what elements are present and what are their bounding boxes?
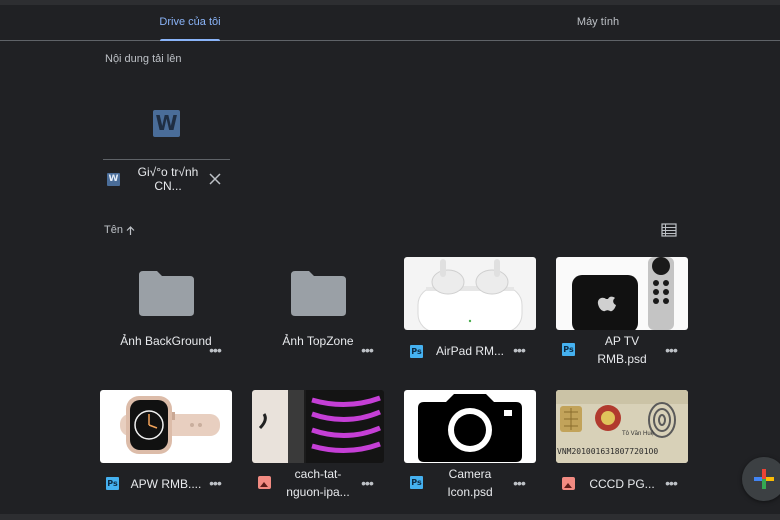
plus-icon	[754, 469, 774, 489]
item-name: Ảnh BackGround	[120, 334, 212, 348]
upload-card[interactable]: W W Gi√°o tr√­nh CN...	[103, 85, 230, 197]
item-name: AirPad RM...	[435, 344, 504, 358]
more-options-icon[interactable]: •••	[663, 476, 679, 490]
tab-computers[interactable]: Máy tính	[548, 5, 648, 40]
airpods-thumbnail	[404, 257, 536, 330]
item-name: AP TV RMB.psd	[597, 334, 647, 366]
more-options-icon[interactable]: •••	[359, 476, 375, 490]
item-name: CCCD PG...	[589, 477, 655, 491]
image-file-icon	[562, 477, 575, 490]
bottom-strip	[0, 514, 780, 520]
photoshop-file-icon: Ps	[106, 477, 119, 490]
id-card-holder-name: Tô Văn Huệ	[622, 431, 655, 437]
more-options-icon[interactable]: •••	[207, 476, 223, 490]
folder-icon	[291, 271, 346, 316]
photoshop-file-icon: Ps	[410, 476, 423, 489]
tab-my-drive[interactable]: Drive của tôi	[140, 5, 240, 41]
uploads-section-label: Nội dung tải lên	[105, 53, 182, 65]
word-doc-icon: W	[153, 110, 180, 137]
photoshop-file-icon: Ps	[562, 343, 575, 356]
id-card-mrz-line: VNM2010016318077201O0	[557, 447, 659, 456]
more-options-icon[interactable]: •••	[359, 343, 375, 357]
tab-label: Máy tính	[576, 16, 620, 28]
tab-bar: Drive của tôi Máy tính	[0, 5, 780, 41]
item-name: APW RMB....	[130, 477, 202, 491]
item-name: Ảnh TopZone	[282, 334, 354, 348]
more-options-icon[interactable]: •••	[511, 476, 527, 490]
tab-label: Drive của tôi	[159, 16, 221, 28]
close-icon[interactable]	[207, 171, 223, 187]
upload-thumbnail: W	[103, 85, 230, 160]
item-name: Camera Icon.psd	[447, 467, 493, 499]
more-options-icon[interactable]: •••	[511, 343, 527, 357]
arrow-up-icon	[126, 225, 135, 235]
apple-watch-thumbnail	[100, 390, 232, 463]
active-tab-indicator	[160, 39, 220, 41]
apple-tv-thumbnail	[556, 257, 688, 330]
sort-label: Tên	[104, 224, 123, 236]
more-options-icon[interactable]: •••	[663, 343, 679, 357]
camera-thumbnail	[404, 390, 536, 463]
upload-file-name: Gi√°o tr√­nh CN...	[137, 165, 199, 193]
ipad-thumbnail	[252, 390, 384, 463]
item-name: cach-tat-nguon-ipa...	[286, 467, 350, 499]
new-fab-button[interactable]	[742, 457, 780, 501]
more-options-icon[interactable]: •••	[207, 343, 223, 357]
folder-icon	[139, 271, 194, 316]
image-file-icon	[258, 476, 271, 489]
word-file-icon: W	[107, 173, 120, 186]
list-view-icon[interactable]	[661, 223, 677, 237]
sort-by-name[interactable]: Tên	[104, 224, 136, 236]
photoshop-file-icon: Ps	[410, 345, 423, 358]
id-card-thumbnail: Tô Văn Huệ VNM2010016318077201O0	[556, 390, 688, 463]
